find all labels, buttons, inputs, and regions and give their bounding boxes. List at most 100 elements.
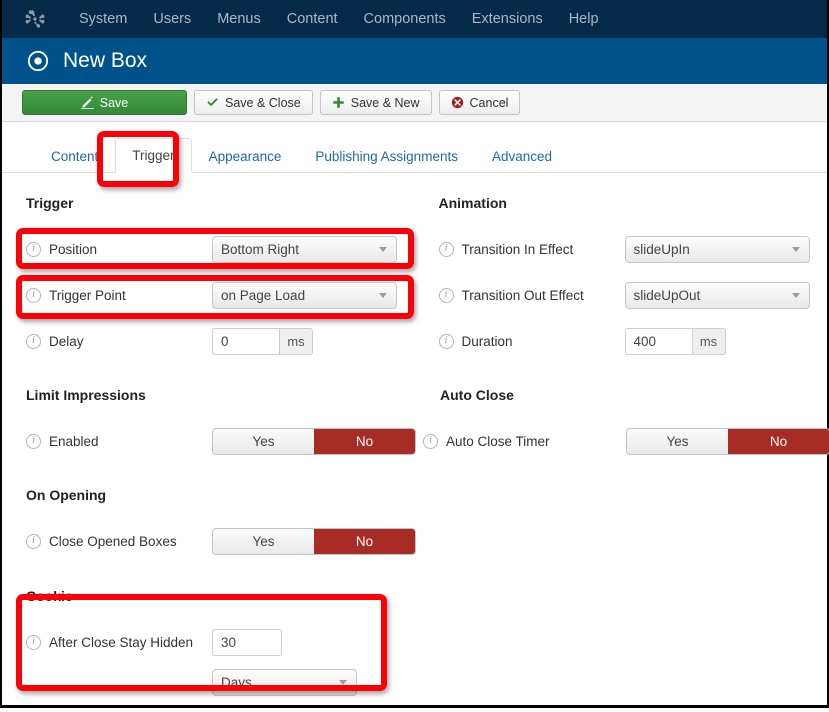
check-icon: [206, 96, 219, 109]
save-and-close-button[interactable]: Save & Close: [194, 90, 313, 115]
joomla-logo-icon[interactable]: [24, 8, 46, 30]
nav-item-users[interactable]: Users: [140, 0, 204, 38]
info-icon[interactable]: i: [26, 634, 41, 650]
section-limit-impressions: Limit Impressions i Enabled Yes No: [2, 387, 416, 471]
label-text-transition-in: Transition In Effect: [461, 241, 574, 257]
position-select-value: Bottom Right: [221, 241, 300, 257]
section-auto-close: Auto Close i Auto Close Timer Yes No: [416, 387, 829, 471]
info-icon[interactable]: i: [26, 287, 41, 303]
save-button[interactable]: Save: [22, 90, 187, 115]
section-animation: Animation i Transition In Effect slideUp…: [415, 195, 828, 371]
cancel-label: Cancel: [469, 95, 509, 110]
label-text-duration: Duration: [461, 333, 513, 349]
tab-trigger[interactable]: Trigger: [115, 138, 192, 173]
position-select[interactable]: Bottom Right: [212, 235, 397, 263]
section-title-animation: Animation: [438, 195, 507, 211]
tab-publishing-assignments[interactable]: Publishing Assignments: [298, 139, 475, 173]
nav-item-components[interactable]: Components: [351, 0, 459, 38]
field-label-close-opened-boxes: i Close Opened Boxes: [26, 533, 212, 549]
nav-item-content[interactable]: Content: [274, 0, 351, 38]
label-text-enabled: Enabled: [49, 433, 99, 449]
field-label-trigger-point: i Trigger Point: [26, 287, 212, 303]
page-title: New Box: [63, 49, 148, 72]
trigger-point-select[interactable]: on Page Load: [212, 281, 397, 309]
info-icon[interactable]: i: [438, 333, 454, 349]
field-after-close-stay-hidden: i After Close Stay Hidden: [26, 626, 415, 658]
duration-unit-addon: ms: [692, 327, 726, 355]
chevron-down-icon: [791, 246, 800, 252]
section-title-limit-impressions: Limit Impressions: [26, 387, 146, 403]
auto-close-timer-yes[interactable]: Yes: [627, 428, 728, 454]
cancel-button[interactable]: Cancel: [438, 90, 521, 115]
after-close-stay-hidden-input[interactable]: [212, 628, 282, 656]
field-trigger-point: i Trigger Point on Page Load: [26, 279, 415, 311]
label-text-delay: Delay: [49, 333, 84, 349]
nav-item-extensions[interactable]: Extensions: [459, 0, 556, 38]
label-text-position: Position: [49, 241, 98, 257]
enabled-toggle[interactable]: Yes No: [212, 427, 416, 455]
tab-content[interactable]: Content: [34, 139, 115, 173]
info-icon[interactable]: i: [26, 333, 41, 349]
info-icon[interactable]: i: [26, 241, 41, 257]
field-position: i Position Bottom Right: [26, 233, 415, 265]
save-and-new-button[interactable]: Save & New: [319, 90, 432, 115]
enabled-toggle-yes[interactable]: Yes: [213, 428, 314, 454]
tab-appearance[interactable]: Appearance: [192, 139, 299, 173]
save-button-label: Save: [99, 95, 129, 110]
close-opened-boxes-toggle[interactable]: Yes No: [212, 527, 416, 555]
after-close-unit-value: Days: [221, 674, 252, 690]
plus-icon: [332, 96, 345, 109]
field-label-enabled: i Enabled: [26, 433, 212, 449]
auto-close-timer-no[interactable]: No: [728, 428, 829, 454]
delay-input[interactable]: [212, 327, 280, 355]
row-trigger-animation: Trigger i Position Bottom Right i Trigge…: [2, 195, 827, 371]
field-label-transition-out: i Transition Out Effect: [438, 287, 625, 303]
tab-advanced[interactable]: Advanced: [475, 139, 569, 173]
info-icon[interactable]: i: [438, 241, 454, 257]
field-label-duration: i Duration: [438, 333, 625, 349]
save-and-new-label: Save & New: [350, 95, 420, 110]
close-opened-boxes-no[interactable]: No: [314, 528, 415, 554]
save-and-close-label: Save & Close: [225, 95, 301, 110]
section-title-auto-close: Auto Close: [440, 387, 514, 403]
section-title-on-opening: On Opening: [26, 487, 107, 503]
info-icon[interactable]: i: [438, 287, 454, 303]
info-icon[interactable]: i: [423, 433, 438, 449]
transition-in-select[interactable]: slideUpIn: [624, 235, 810, 263]
label-text-close-opened-boxes: Close Opened Boxes: [49, 533, 177, 549]
transition-out-select[interactable]: slideUpOut: [624, 281, 810, 309]
field-label-after-close-stay-hidden: i After Close Stay Hidden: [26, 634, 212, 650]
nav-item-help[interactable]: Help: [556, 0, 612, 38]
section-on-opening-spacer: [416, 487, 827, 571]
field-auto-close-timer: i Auto Close Timer Yes No: [423, 425, 829, 457]
section-trigger: Trigger i Position Bottom Right i Trigge…: [2, 195, 415, 371]
cancel-circle-icon: [451, 96, 464, 109]
nav-item-system[interactable]: System: [66, 0, 140, 38]
duration-input[interactable]: [624, 327, 693, 355]
field-label-transition-in: i Transition In Effect: [438, 241, 625, 257]
chevron-down-icon: [339, 679, 347, 685]
enabled-toggle-no[interactable]: No: [314, 428, 415, 454]
field-label-position: i Position: [26, 241, 212, 257]
pencil-square-icon: [80, 96, 94, 109]
label-text-trigger-point: Trigger Point: [49, 287, 126, 303]
field-enabled: i Enabled Yes No: [26, 425, 416, 457]
info-icon[interactable]: i: [26, 533, 41, 549]
chevron-down-icon: [379, 292, 387, 298]
close-opened-boxes-yes[interactable]: Yes: [213, 528, 314, 554]
field-transition-in: i Transition In Effect slideUpIn: [438, 233, 828, 265]
row-limit-autoclose: Limit Impressions i Enabled Yes No Auto …: [2, 387, 829, 471]
after-close-unit-select[interactable]: Days: [212, 668, 357, 696]
section-cookie: Cookie i After Close Stay Hidden Days: [2, 588, 415, 712]
transition-out-select-value: slideUpOut: [633, 287, 701, 303]
nav-item-menus[interactable]: Menus: [204, 0, 274, 38]
section-cookie-spacer: [415, 588, 828, 712]
row-on-opening: On Opening i Close Opened Boxes Yes No: [2, 487, 827, 571]
field-label-delay: i Delay: [26, 333, 212, 349]
field-transition-out: i Transition Out Effect slideUpOut: [438, 279, 828, 311]
auto-close-timer-toggle[interactable]: Yes No: [626, 427, 829, 455]
bullseye-icon: [26, 49, 50, 73]
transition-in-select-value: slideUpIn: [633, 241, 690, 257]
label-text-auto-close-timer: Auto Close Timer: [446, 433, 550, 449]
info-icon[interactable]: i: [26, 433, 41, 449]
